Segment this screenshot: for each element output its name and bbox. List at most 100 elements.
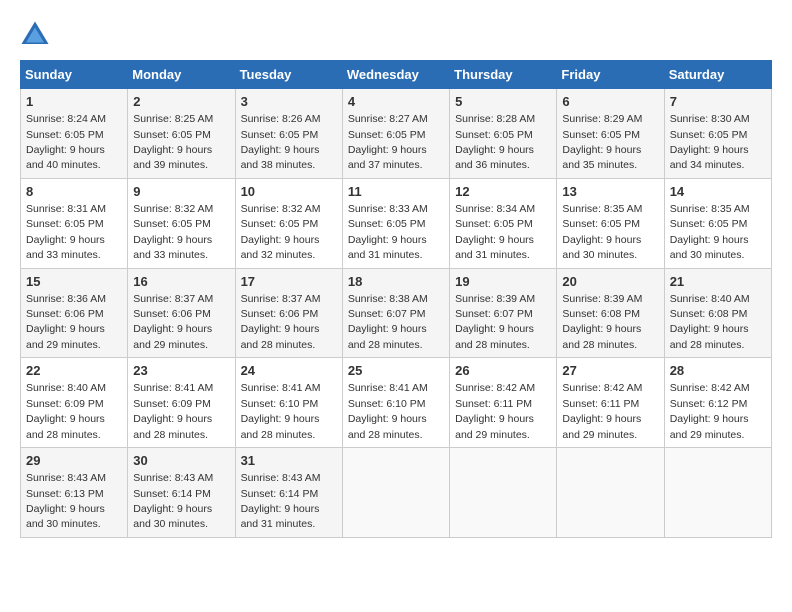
day-number: 16	[133, 273, 229, 291]
logo	[20, 20, 54, 50]
logo-icon	[20, 20, 50, 50]
day-info: Sunrise: 8:41 AMSunset: 6:10 PMDaylight:…	[241, 382, 321, 440]
day-info: Sunrise: 8:25 AMSunset: 6:05 PMDaylight:…	[133, 113, 213, 171]
day-info: Sunrise: 8:34 AMSunset: 6:05 PMDaylight:…	[455, 203, 535, 261]
calendar-cell: 3 Sunrise: 8:26 AMSunset: 6:05 PMDaylight…	[235, 89, 342, 179]
calendar-week-1: 1 Sunrise: 8:24 AMSunset: 6:05 PMDaylight…	[21, 89, 772, 179]
calendar-cell: 2 Sunrise: 8:25 AMSunset: 6:05 PMDaylight…	[128, 89, 235, 179]
weekday-header-tuesday: Tuesday	[235, 61, 342, 89]
calendar-cell	[342, 448, 449, 538]
day-number: 10	[241, 183, 337, 201]
day-number: 28	[670, 362, 766, 380]
day-number: 26	[455, 362, 551, 380]
calendar-week-5: 29 Sunrise: 8:43 AMSunset: 6:13 PMDayligh…	[21, 448, 772, 538]
calendar-cell: 26 Sunrise: 8:42 AMSunset: 6:11 PMDayligh…	[450, 358, 557, 448]
calendar-cell: 31Sunrise: 8:43 AMSunset: 6:14 PMDayligh…	[235, 448, 342, 538]
calendar-cell: 4Sunrise: 8:27 AMSunset: 6:05 PMDaylight…	[342, 89, 449, 179]
day-number: 3	[241, 93, 337, 111]
day-info: Sunrise: 8:29 AMSunset: 6:05 PMDaylight:…	[562, 113, 642, 171]
weekday-header-sunday: Sunday	[21, 61, 128, 89]
day-info: Sunrise: 8:28 AMSunset: 6:05 PMDaylight:…	[455, 113, 535, 171]
day-number: 1	[26, 93, 122, 111]
day-number: 17	[241, 273, 337, 291]
day-number: 2	[133, 93, 229, 111]
day-number: 27	[562, 362, 658, 380]
day-info: Sunrise: 8:39 AMSunset: 6:07 PMDaylight:…	[455, 293, 535, 351]
weekday-header-monday: Monday	[128, 61, 235, 89]
calendar-cell: 15 Sunrise: 8:36 AMSunset: 6:06 PMDayligh…	[21, 268, 128, 358]
calendar-cell: 8 Sunrise: 8:31 AMSunset: 6:05 PMDaylight…	[21, 178, 128, 268]
day-number: 15	[26, 273, 122, 291]
day-info: Sunrise: 8:42 AMSunset: 6:11 PMDaylight:…	[455, 382, 535, 440]
calendar-cell: 5 Sunrise: 8:28 AMSunset: 6:05 PMDaylight…	[450, 89, 557, 179]
day-info: Sunrise: 8:31 AMSunset: 6:05 PMDaylight:…	[26, 203, 106, 261]
calendar-cell: 13 Sunrise: 8:35 AMSunset: 6:05 PMDayligh…	[557, 178, 664, 268]
day-number: 25	[348, 362, 444, 380]
day-number: 30	[133, 452, 229, 470]
day-info: Sunrise: 8:35 AMSunset: 6:05 PMDaylight:…	[670, 203, 750, 261]
calendar-cell: 10 Sunrise: 8:32 AMSunset: 6:05 PMDayligh…	[235, 178, 342, 268]
weekday-header-row: SundayMondayTuesdayWednesdayThursdayFrid…	[21, 61, 772, 89]
calendar-cell	[664, 448, 771, 538]
day-number: 6	[562, 93, 658, 111]
calendar-cell: 28 Sunrise: 8:42 AMSunset: 6:12 PMDayligh…	[664, 358, 771, 448]
day-info: Sunrise: 8:32 AMSunset: 6:05 PMDaylight:…	[133, 203, 213, 261]
calendar-cell: 25Sunrise: 8:41 AMSunset: 6:10 PMDayligh…	[342, 358, 449, 448]
day-info: Sunrise: 8:43 AMSunset: 6:13 PMDaylight:…	[26, 472, 106, 530]
day-number: 18	[348, 273, 444, 291]
day-number: 24	[241, 362, 337, 380]
day-info: Sunrise: 8:30 AMSunset: 6:05 PMDaylight:…	[670, 113, 750, 171]
calendar-cell: 21 Sunrise: 8:40 AMSunset: 6:08 PMDayligh…	[664, 268, 771, 358]
day-info: Sunrise: 8:43 AMSunset: 6:14 PMDaylight:…	[241, 472, 321, 530]
calendar-cell: 30 Sunrise: 8:43 AMSunset: 6:14 PMDayligh…	[128, 448, 235, 538]
day-info: Sunrise: 8:36 AMSunset: 6:06 PMDaylight:…	[26, 293, 106, 351]
calendar-table: SundayMondayTuesdayWednesdayThursdayFrid…	[20, 60, 772, 538]
day-info: Sunrise: 8:32 AMSunset: 6:05 PMDaylight:…	[241, 203, 321, 261]
weekday-header-saturday: Saturday	[664, 61, 771, 89]
calendar-cell: 29 Sunrise: 8:43 AMSunset: 6:13 PMDayligh…	[21, 448, 128, 538]
day-info: Sunrise: 8:24 AMSunset: 6:05 PMDaylight:…	[26, 113, 106, 171]
calendar-cell: 12Sunrise: 8:34 AMSunset: 6:05 PMDayligh…	[450, 178, 557, 268]
header	[20, 16, 772, 50]
day-info: Sunrise: 8:39 AMSunset: 6:08 PMDaylight:…	[562, 293, 642, 351]
calendar-cell: 19Sunrise: 8:39 AMSunset: 6:07 PMDayligh…	[450, 268, 557, 358]
day-info: Sunrise: 8:27 AMSunset: 6:05 PMDaylight:…	[348, 113, 428, 171]
calendar-week-3: 15 Sunrise: 8:36 AMSunset: 6:06 PMDayligh…	[21, 268, 772, 358]
calendar-cell: 20 Sunrise: 8:39 AMSunset: 6:08 PMDayligh…	[557, 268, 664, 358]
calendar-cell: 18 Sunrise: 8:38 AMSunset: 6:07 PMDayligh…	[342, 268, 449, 358]
calendar-cell: 22 Sunrise: 8:40 AMSunset: 6:09 PMDayligh…	[21, 358, 128, 448]
day-number: 9	[133, 183, 229, 201]
calendar-week-4: 22 Sunrise: 8:40 AMSunset: 6:09 PMDayligh…	[21, 358, 772, 448]
day-info: Sunrise: 8:35 AMSunset: 6:05 PMDaylight:…	[562, 203, 642, 261]
day-info: Sunrise: 8:26 AMSunset: 6:05 PMDaylight:…	[241, 113, 321, 171]
day-info: Sunrise: 8:43 AMSunset: 6:14 PMDaylight:…	[133, 472, 213, 530]
calendar-cell: 27 Sunrise: 8:42 AMSunset: 6:11 PMDayligh…	[557, 358, 664, 448]
day-number: 29	[26, 452, 122, 470]
calendar-cell: 16Sunrise: 8:37 AMSunset: 6:06 PMDayligh…	[128, 268, 235, 358]
day-info: Sunrise: 8:40 AMSunset: 6:09 PMDaylight:…	[26, 382, 106, 440]
calendar-cell: 24 Sunrise: 8:41 AMSunset: 6:10 PMDayligh…	[235, 358, 342, 448]
day-number: 11	[348, 183, 444, 201]
day-number: 5	[455, 93, 551, 111]
day-number: 13	[562, 183, 658, 201]
day-info: Sunrise: 8:38 AMSunset: 6:07 PMDaylight:…	[348, 293, 428, 351]
weekday-header-thursday: Thursday	[450, 61, 557, 89]
day-info: Sunrise: 8:40 AMSunset: 6:08 PMDaylight:…	[670, 293, 750, 351]
calendar-cell: 14 Sunrise: 8:35 AMSunset: 6:05 PMDayligh…	[664, 178, 771, 268]
day-number: 14	[670, 183, 766, 201]
calendar-cell: 9 Sunrise: 8:32 AMSunset: 6:05 PMDaylight…	[128, 178, 235, 268]
day-info: Sunrise: 8:42 AMSunset: 6:11 PMDaylight:…	[562, 382, 642, 440]
day-number: 23	[133, 362, 229, 380]
day-number: 7	[670, 93, 766, 111]
day-info: Sunrise: 8:42 AMSunset: 6:12 PMDaylight:…	[670, 382, 750, 440]
day-number: 8	[26, 183, 122, 201]
calendar-cell: 17Sunrise: 8:37 AMSunset: 6:06 PMDayligh…	[235, 268, 342, 358]
calendar-week-2: 8 Sunrise: 8:31 AMSunset: 6:05 PMDaylight…	[21, 178, 772, 268]
day-number: 20	[562, 273, 658, 291]
day-number: 21	[670, 273, 766, 291]
weekday-header-friday: Friday	[557, 61, 664, 89]
day-number: 22	[26, 362, 122, 380]
calendar-cell: 23 Sunrise: 8:41 AMSunset: 6:09 PMDayligh…	[128, 358, 235, 448]
day-info: Sunrise: 8:41 AMSunset: 6:09 PMDaylight:…	[133, 382, 213, 440]
calendar-cell	[557, 448, 664, 538]
